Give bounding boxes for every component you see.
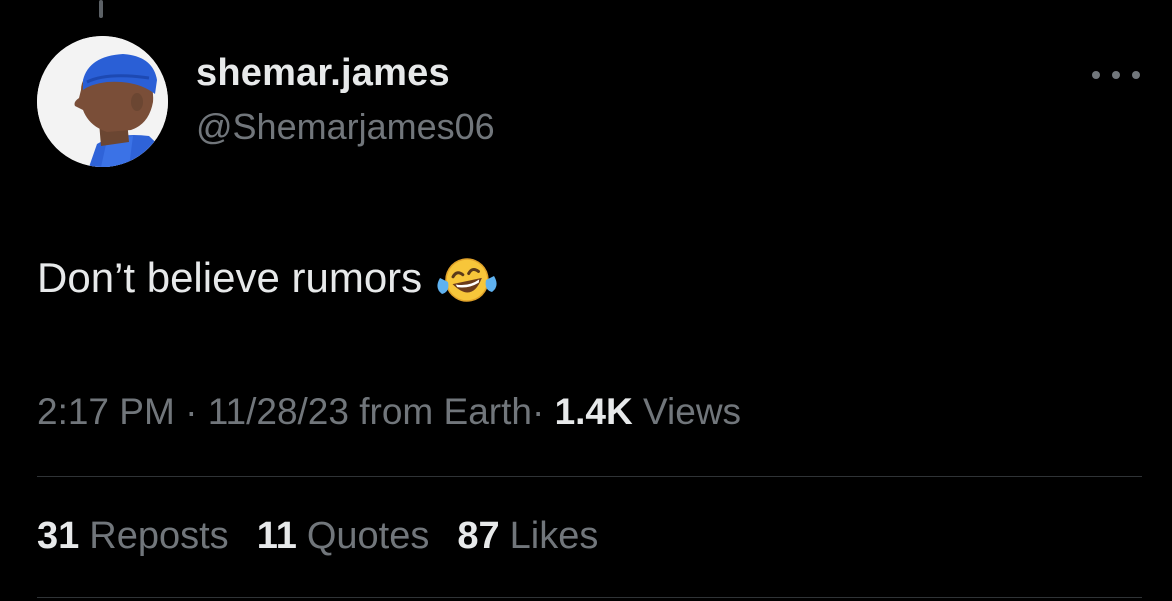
meta-separator: · bbox=[531, 391, 545, 432]
tweet-body: Don’t believe rumors bbox=[37, 254, 423, 301]
views-count: 1.4K bbox=[554, 391, 633, 432]
likes-count: 87 bbox=[457, 515, 500, 557]
tweet-date[interactable]: 11/28/23 bbox=[208, 391, 349, 432]
more-dot-icon bbox=[1092, 71, 1100, 79]
thread-connector-line bbox=[99, 0, 103, 18]
divider bbox=[37, 476, 1142, 477]
engagement-stats: 31 Reposts 11 Quotes 87 Likes bbox=[37, 515, 598, 558]
tweet-metadata: 2:17 PM · 11/28/23 from Earth· 1.4K View… bbox=[37, 391, 741, 433]
likes-label: Likes bbox=[509, 515, 599, 557]
avatar[interactable] bbox=[37, 36, 168, 167]
quotes-label: Quotes bbox=[306, 515, 430, 557]
quotes-count: 11 bbox=[256, 515, 297, 557]
reposts-count: 31 bbox=[37, 515, 80, 557]
tweet-text: Don’t believe rumors bbox=[37, 252, 498, 304]
more-dot-icon bbox=[1112, 71, 1120, 79]
tears-of-joy-emoji-icon bbox=[436, 254, 498, 306]
quotes-stat[interactable]: 11 Quotes bbox=[257, 515, 430, 558]
more-dot-icon bbox=[1132, 71, 1140, 79]
author-display-name[interactable]: shemar.james bbox=[196, 52, 450, 95]
reposts-stat[interactable]: 31 Reposts bbox=[37, 515, 229, 558]
likes-stat[interactable]: 87 Likes bbox=[457, 515, 598, 558]
author-handle[interactable]: @Shemarjames06 bbox=[196, 106, 495, 148]
more-options-button[interactable] bbox=[1092, 62, 1140, 88]
tweet-source: from Earth bbox=[359, 391, 532, 432]
avatar-image bbox=[37, 36, 168, 167]
reposts-label: Reposts bbox=[89, 515, 229, 557]
divider bbox=[37, 597, 1142, 598]
meta-separator: · bbox=[185, 391, 198, 432]
views-label: Views bbox=[643, 391, 742, 432]
tweet-time[interactable]: 2:17 PM bbox=[37, 391, 175, 432]
